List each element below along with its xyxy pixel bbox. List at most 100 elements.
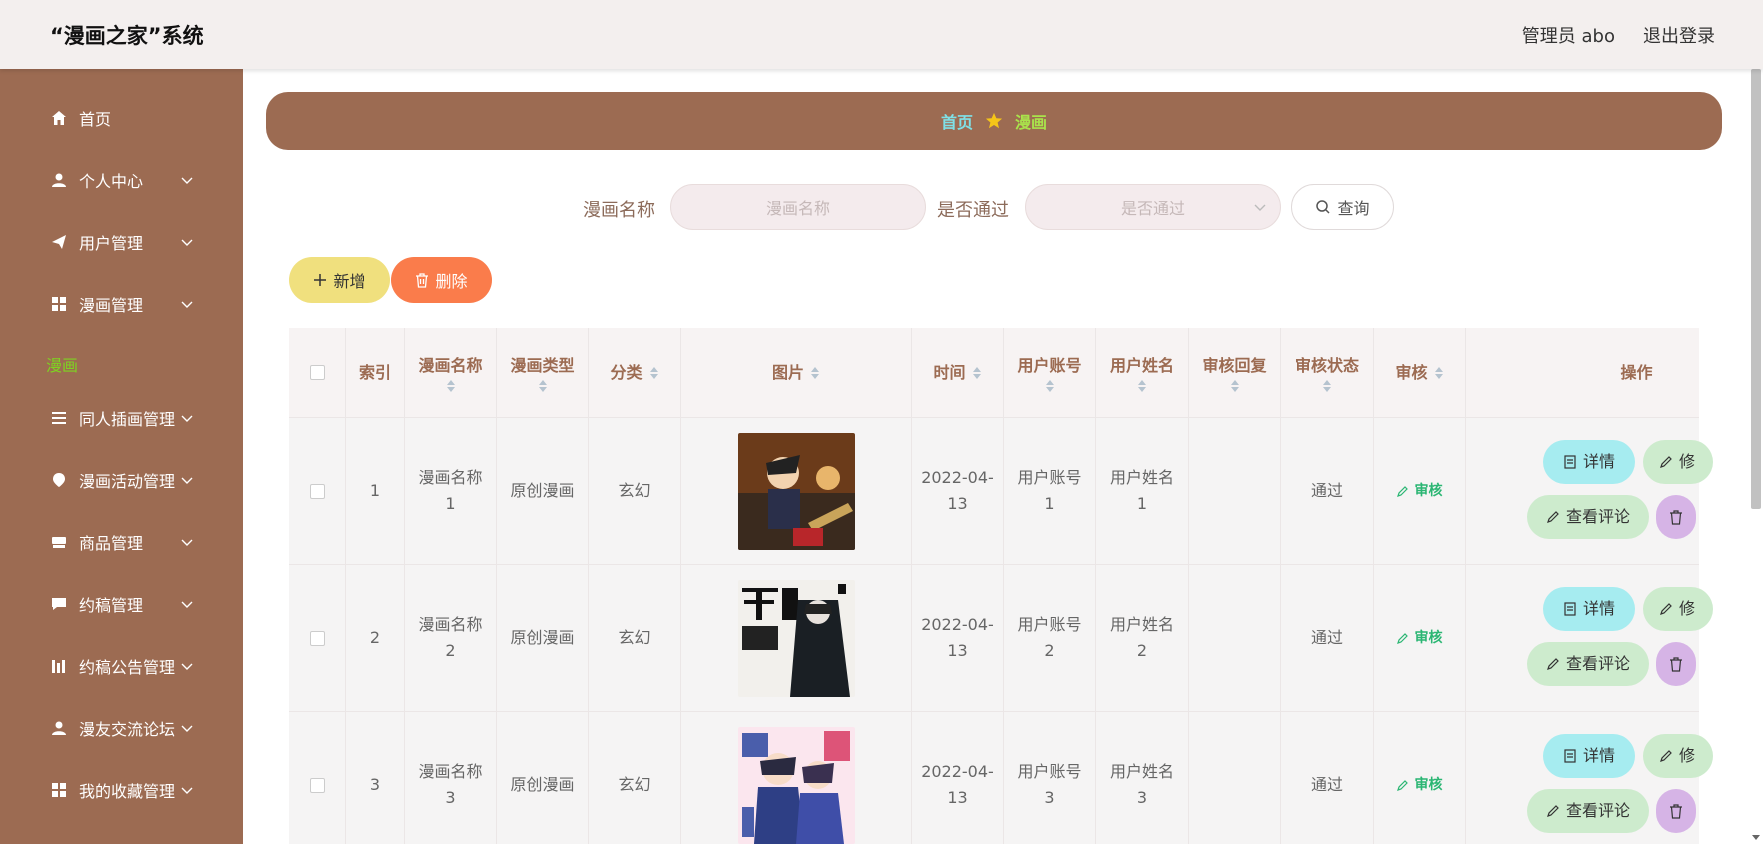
logout-link[interactable]: 退出登录 (1643, 22, 1715, 48)
pass-select[interactable]: 是否通过 (1025, 184, 1281, 230)
comic-cover-image[interactable] (737, 726, 855, 844)
trash-icon (1670, 509, 1682, 525)
cell-audit: 审核 (1374, 712, 1466, 844)
document-icon (1564, 602, 1576, 616)
edit-button[interactable]: 修 (1643, 587, 1713, 631)
chat-icon (52, 598, 66, 610)
header-account[interactable]: 用户账号 (1004, 328, 1096, 417)
app-title: “漫画之家”系统 (50, 24, 204, 48)
chevron-down-icon (181, 663, 193, 670)
delete-button[interactable]: 删除 (391, 257, 492, 303)
chevron-down-icon (181, 601, 193, 608)
detail-button[interactable]: 详情 (1543, 587, 1635, 631)
header-time[interactable]: 时间 (912, 328, 1004, 417)
comic-cover-image[interactable] (737, 432, 855, 550)
header-category[interactable]: 分类 (589, 328, 681, 417)
sidebar-item-label: 个人中心 (79, 172, 144, 191)
header-status[interactable]: 审核状态 (1281, 328, 1374, 417)
row-delete-button[interactable] (1656, 495, 1696, 539)
sidebar-item-profile[interactable]: 个人中心 (0, 158, 243, 202)
sort-icon (446, 379, 455, 392)
chevron-down-icon (181, 301, 193, 308)
scrollbar-thumb[interactable] (1751, 69, 1761, 509)
chevron-down-icon (181, 725, 193, 732)
header-label: 图片 (771, 362, 804, 382)
cell-time: 2022-04-13 (912, 565, 1004, 711)
sidebar-subitem-comic[interactable]: 漫画 (46, 352, 78, 376)
header-reply[interactable]: 审核回复 (1189, 328, 1281, 417)
cell-status: 通过 (1281, 418, 1374, 564)
sidebar-item-forum[interactable]: 漫友交流论坛 (0, 706, 243, 750)
name-search-input[interactable]: 漫画名称 (670, 184, 926, 230)
header-image[interactable]: 图片 (681, 328, 912, 417)
breadcrumb-home[interactable]: 首页 (941, 109, 973, 133)
select-all-checkbox[interactable] (309, 365, 325, 380)
header-label: 用户账号 (1017, 355, 1082, 375)
row-checkbox[interactable] (309, 483, 325, 499)
sidebar-item-goods[interactable]: 商品管理 (0, 520, 243, 564)
sidebar-item-home[interactable]: 首页 (0, 96, 243, 140)
edit-icon (1396, 633, 1408, 644)
current-user[interactable]: 管理员 abo (1522, 22, 1615, 48)
pencil-icon (1660, 603, 1672, 615)
sidebar-item-label: 商品管理 (79, 534, 144, 553)
sidebar-item-illustrations[interactable]: 同人插画管理 (0, 396, 243, 440)
cell-username: 用户姓名3 (1096, 712, 1189, 844)
user-area: 管理员 abo 退出登录 (1522, 22, 1715, 48)
detail-button[interactable]: 详情 (1543, 734, 1635, 778)
view-comments-button[interactable]: 查看评论 (1527, 789, 1649, 833)
cell-image (681, 712, 912, 844)
send-icon (52, 235, 66, 249)
scroll-down-arrow-icon[interactable] (1751, 832, 1761, 842)
pencil-icon (1660, 750, 1672, 762)
sidebar-item-label: 首页 (79, 110, 112, 129)
header-audit[interactable]: 审核 (1374, 328, 1466, 417)
header-name[interactable]: 漫画名称 (405, 328, 497, 417)
header-type[interactable]: 漫画类型 (497, 328, 589, 417)
home-icon (52, 111, 66, 125)
query-button[interactable]: 查询 (1291, 184, 1394, 230)
cell-account: 用户账号2 (1004, 565, 1096, 711)
audit-link[interactable]: 审核 (1396, 478, 1443, 504)
sidebar-item-events[interactable]: 漫画活动管理 (0, 458, 243, 502)
edit-button[interactable]: 修 (1643, 440, 1713, 484)
cell-audit: 审核 (1374, 418, 1466, 564)
header-username[interactable]: 用户姓名 (1096, 328, 1189, 417)
sidebar-item-commissions[interactable]: 约稿管理 (0, 582, 243, 626)
sidebar-item-favorites[interactable]: 我的收藏管理 (0, 768, 243, 812)
vertical-scrollbar[interactable] (1751, 69, 1761, 844)
delete-button-label: 删除 (435, 272, 468, 291)
grid-icon (52, 297, 66, 311)
row-checkbox[interactable] (309, 777, 325, 793)
edit-button[interactable]: 修 (1643, 734, 1713, 778)
edit-button-label: 修 (1679, 746, 1696, 765)
cell-status: 通过 (1281, 565, 1374, 711)
cell-actions: 详情 修 查看评论 (1466, 712, 1763, 844)
trash-icon (416, 272, 429, 288)
comic-cover-image[interactable] (737, 579, 855, 697)
cell-name: 漫画名称1 (405, 418, 497, 564)
trash-icon (1670, 656, 1682, 672)
row-delete-button[interactable] (1656, 789, 1696, 833)
main-content: 首页 漫画 漫画名称 漫画名称 是否通过 是否通过 查询 新增 删除 索引 漫画… (243, 69, 1763, 844)
view-comments-label: 查看评论 (1565, 801, 1630, 820)
sidebar-item-commission-notices[interactable]: 约稿公告管理 (0, 644, 243, 688)
sort-icon (1045, 379, 1054, 392)
cell-type: 原创漫画 (497, 712, 589, 844)
view-comments-button[interactable]: 查看评论 (1527, 642, 1649, 686)
header-label: 用户姓名 (1109, 355, 1174, 375)
pencil-icon (1660, 456, 1672, 468)
sidebar-item-users[interactable]: 用户管理 (0, 220, 243, 264)
cell-index: 3 (346, 712, 405, 844)
add-button[interactable]: 新增 (289, 257, 390, 303)
audit-link[interactable]: 审核 (1396, 625, 1443, 651)
row-checkbox[interactable] (309, 630, 325, 646)
chevron-down-icon (181, 539, 193, 546)
audit-link[interactable]: 审核 (1396, 772, 1443, 798)
row-delete-button[interactable] (1656, 642, 1696, 686)
header-select-all (289, 328, 346, 417)
table-header-row: 索引 漫画名称 漫画类型 分类 图片 时间 用户账号 用户姓名 审核回复 审核状… (289, 328, 1699, 418)
sidebar-item-comics[interactable]: 漫画管理 (0, 282, 243, 326)
view-comments-button[interactable]: 查看评论 (1527, 495, 1649, 539)
detail-button[interactable]: 详情 (1543, 440, 1635, 484)
